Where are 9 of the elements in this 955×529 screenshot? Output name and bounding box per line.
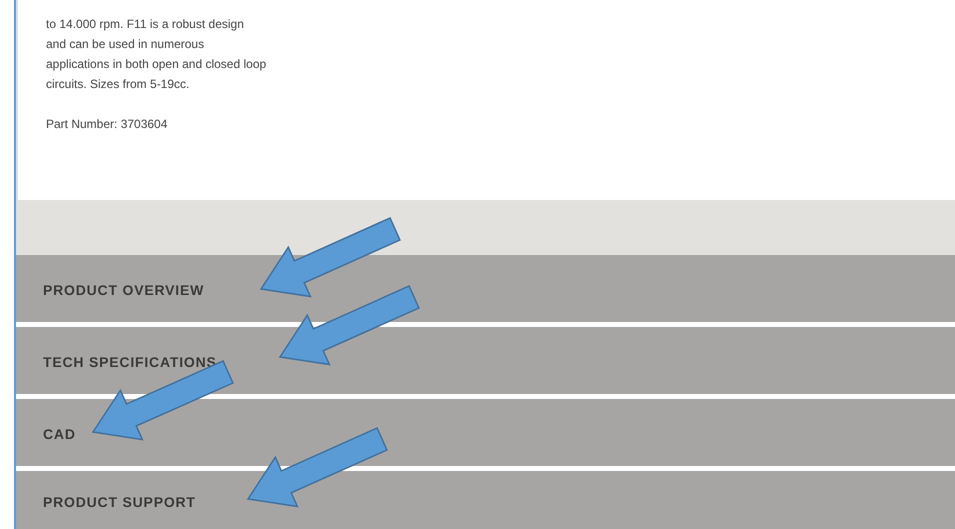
accordion-header[interactable]: CAD	[16, 399, 955, 466]
accordion-header[interactable]: PRODUCT OVERVIEW	[16, 255, 955, 322]
product-description: applications in both open and closed loop	[46, 56, 268, 73]
product-description: to 14.000 rpm. F11 is a robust design	[46, 16, 245, 33]
accordion-header[interactable]: TECH SPECIFICATIONS	[16, 327, 955, 394]
part-number: Part Number: 3703604	[46, 116, 168, 133]
product-description: and can be used in numerous	[46, 36, 206, 53]
product-description: circuits. Sizes from 5-19cc.	[46, 76, 190, 93]
accordion-header[interactable]: PRODUCT SUPPORT	[16, 471, 955, 529]
